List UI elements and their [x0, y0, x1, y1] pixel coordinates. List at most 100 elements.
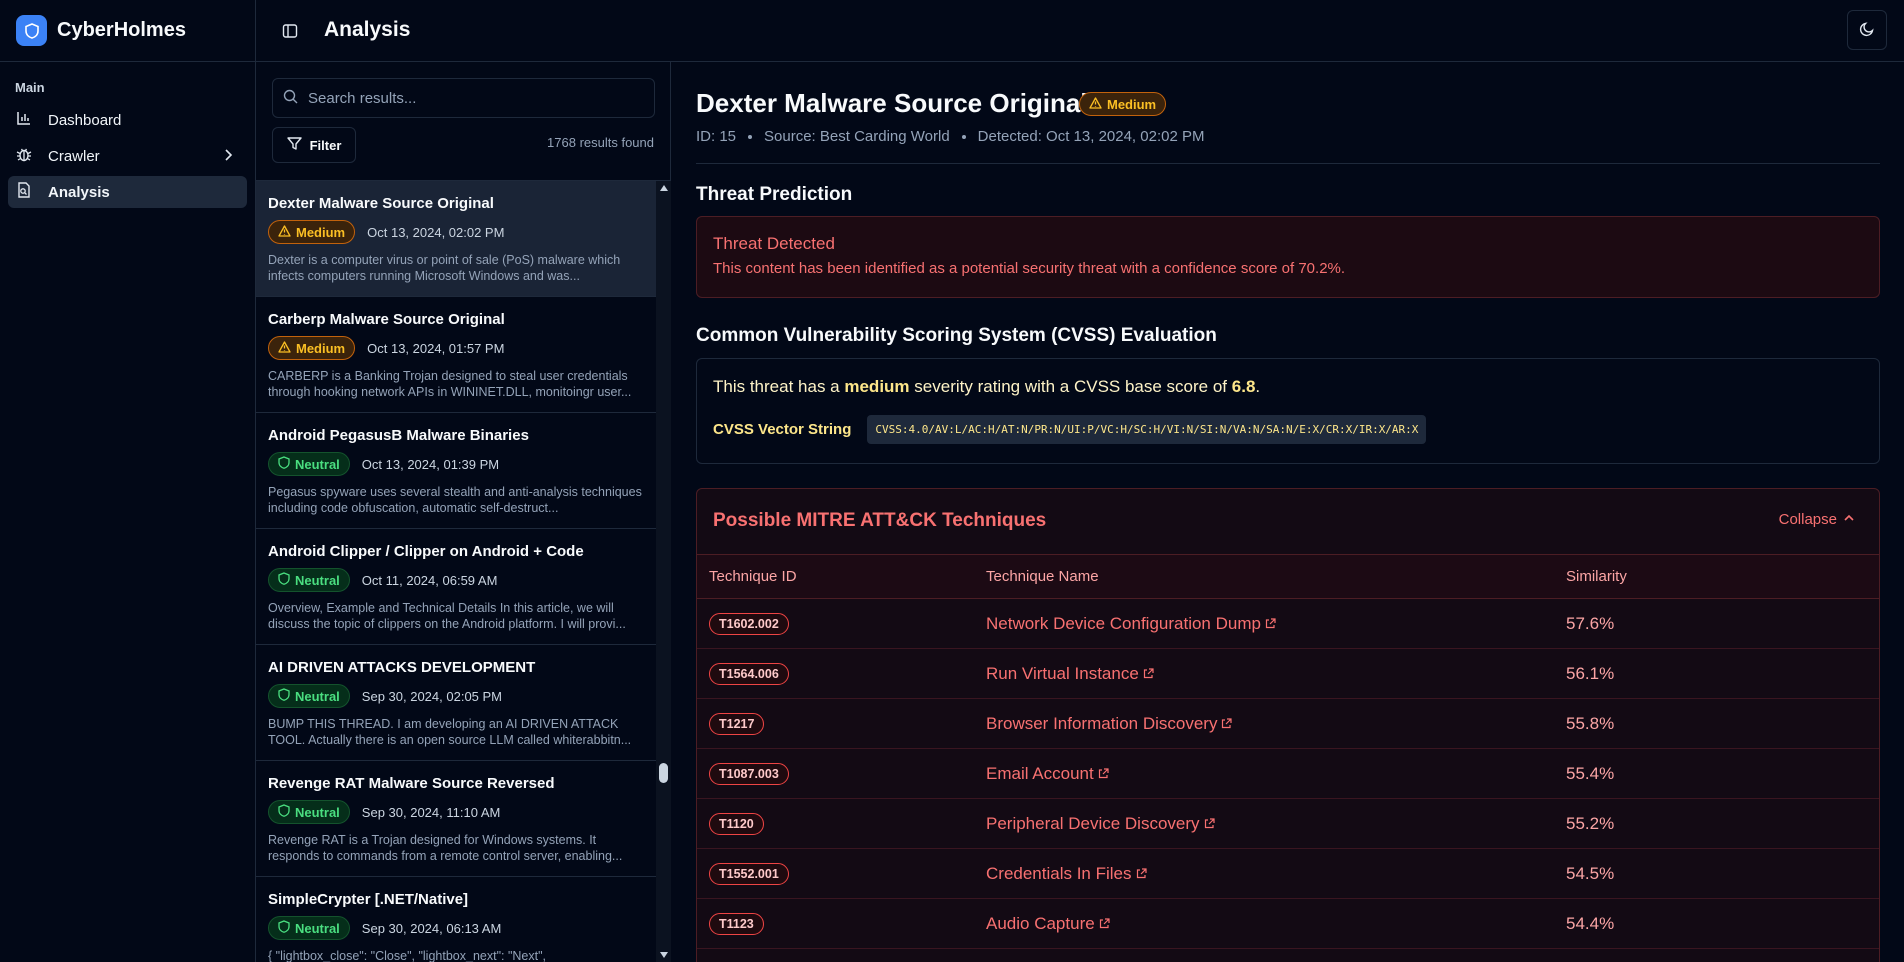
item-date: Oct 13, 2024, 01:39 PM: [361, 456, 500, 472]
cvss-text: This threat has a: [713, 377, 840, 396]
item-title: Dexter Malware Source Original: [268, 195, 494, 212]
shield-icon: [278, 688, 290, 704]
brand: CyberHolmes: [0, 0, 255, 62]
column-header: Technique Name: [986, 568, 1099, 585]
technique-name: Peripheral Device Discovery: [986, 813, 1200, 833]
column-header: Similarity: [1566, 568, 1627, 585]
technique-link[interactable]: Audio Capture: [986, 914, 1110, 934]
separator-dot: [961, 134, 966, 139]
item-date: Sep 30, 2024, 02:05 PM: [361, 688, 503, 704]
table-row: T1217 Browser Information Discovery 55.8…: [697, 699, 1879, 749]
technique-name: Network Device Configuration Dump: [986, 613, 1261, 633]
scroll-thumb[interactable]: [659, 763, 668, 783]
technique-name: Run Virtual Instance: [986, 663, 1139, 683]
warning-icon: [278, 340, 291, 356]
item-date: Sep 30, 2024, 11:10 AM: [361, 804, 501, 820]
list-item[interactable]: Carberp Malware Source Original Medium O…: [256, 297, 656, 413]
severity-label: Medium: [1107, 96, 1157, 112]
search-input[interactable]: [308, 89, 638, 107]
detail-title: Dexter Malware Source Original: [696, 88, 1088, 118]
sidebar-item-label: Crawler: [48, 147, 100, 165]
severity-label: Neutral: [295, 688, 340, 704]
list-item[interactable]: Android PegasusB Malware Binaries Neutra…: [256, 413, 656, 529]
filter-button[interactable]: Filter: [272, 127, 356, 163]
sidebar-item-analysis[interactable]: Analysis: [8, 176, 247, 208]
collapse-button[interactable]: Collapse: [1779, 511, 1855, 528]
results-count: 1768 results found: [547, 135, 654, 150]
technique-link[interactable]: Run Virtual Instance: [986, 664, 1154, 684]
item-description: BUMP THIS THREAD. I am developing an AI …: [268, 717, 632, 747]
technique-link[interactable]: Network Device Configuration Dump: [986, 614, 1276, 634]
list-item[interactable]: AI DRIVEN ATTACKS DEVELOPMENT Neutral Se…: [256, 645, 656, 761]
technique-name: Email Account: [986, 763, 1094, 783]
severity-badge: Neutral: [268, 916, 350, 940]
theme-toggle-button[interactable]: [1847, 10, 1887, 50]
similarity-value: 57.6%: [1566, 613, 1615, 633]
technique-link[interactable]: Browser Information Discovery: [986, 713, 1233, 734]
cvss-summary: This threat has a medium severity rating…: [713, 377, 1863, 397]
technique-id: T1564.006: [709, 662, 789, 685]
mitre-card: Possible MITRE ATT&CK Techniques Collaps…: [696, 488, 1880, 962]
sidebar-toggle-icon[interactable]: [278, 19, 302, 43]
technique-name: Audio Capture: [986, 913, 1095, 933]
filter-icon: [286, 136, 302, 154]
cvss-score: 6.8: [1231, 377, 1256, 396]
sidebar-item-dashboard[interactable]: Dashboard: [8, 104, 247, 136]
list-item[interactable]: SimpleCrypter [.NET/Native] Neutral Sep …: [256, 877, 656, 962]
nav-group-label: Main: [15, 80, 45, 95]
moon-icon: [1859, 21, 1875, 40]
results-list: Dexter Malware Source Original Medium Oc…: [256, 181, 656, 962]
severity-label: Medium: [296, 224, 346, 240]
results-panel: Filter 1768 results found Dexter Malware…: [256, 62, 671, 962]
similarity-value: 54.5%: [1566, 863, 1615, 883]
item-title: Carberp Malware Source Original: [268, 311, 505, 328]
similarity-value: 56.1%: [1566, 663, 1615, 683]
technique-id: T1123: [709, 912, 764, 935]
severity-label: Medium: [296, 340, 346, 356]
severity-label: Neutral: [295, 572, 340, 588]
severity-label: Neutral: [295, 804, 340, 820]
table-row: T1123 Audio Capture 54.4%: [697, 899, 1879, 949]
item-description: Revenge RAT is a Trojan designed for Win…: [268, 833, 623, 863]
warning-icon: [1089, 96, 1102, 112]
technique-link[interactable]: Peripheral Device Discovery: [986, 814, 1215, 834]
divider: [696, 163, 1880, 164]
item-date: Oct 13, 2024, 01:57 PM: [367, 340, 505, 356]
search-box[interactable]: [272, 78, 655, 118]
search-icon: [283, 89, 298, 107]
technique-link[interactable]: Credentials In Files: [986, 864, 1147, 884]
item-title: AI DRIVEN ATTACKS DEVELOPMENT: [268, 659, 536, 676]
shield-icon: [278, 804, 290, 820]
severity-badge: Medium: [1079, 92, 1167, 116]
cvss-text: .: [1255, 377, 1261, 396]
list-item[interactable]: Android Clipper / Clipper on Android + C…: [256, 529, 656, 645]
severity-badge: Neutral: [268, 800, 350, 824]
external-link-icon: [1265, 614, 1276, 634]
list-item[interactable]: Revenge RAT Malware Source Reversed Neut…: [256, 761, 656, 877]
mitre-title: Possible MITRE ATT&CK Techniques: [713, 510, 1047, 531]
shield-icon: [278, 572, 290, 588]
technique-id: T1120: [709, 812, 764, 835]
detail-id: ID: 15: [696, 128, 737, 145]
list-item[interactable]: Dexter Malware Source Original Medium Oc…: [256, 181, 656, 297]
item-title: Revenge RAT Malware Source Reversed: [268, 775, 555, 792]
list-scrollbar[interactable]: [656, 181, 671, 962]
item-description: Pegasus spyware uses several stealth and…: [268, 485, 642, 515]
shield-icon: [278, 456, 290, 472]
severity-label: Neutral: [295, 456, 340, 472]
external-link-icon: [1143, 664, 1154, 684]
severity-badge: Neutral: [268, 568, 350, 592]
bar-chart-icon: [16, 110, 32, 130]
technique-link[interactable]: Email Account: [986, 764, 1109, 784]
similarity-value: 55.8%: [1566, 713, 1615, 733]
detail-source: Source: Best Carding World: [764, 128, 950, 145]
shield-icon: [278, 920, 290, 936]
technique-id: T1552.001: [709, 862, 789, 885]
item-description: { "lightbox_close": "Close", "lightbox_n…: [268, 949, 546, 962]
technique-name: Browser Information Discovery: [986, 713, 1218, 733]
scroll-down-arrow-icon[interactable]: [660, 952, 668, 958]
similarity-value: 54.4%: [1566, 913, 1615, 933]
scroll-up-arrow-icon[interactable]: [660, 185, 668, 191]
table-row: T1552.001 Credentials In Files 54.5%: [697, 849, 1879, 899]
sidebar-item-crawler[interactable]: Crawler: [8, 140, 247, 172]
